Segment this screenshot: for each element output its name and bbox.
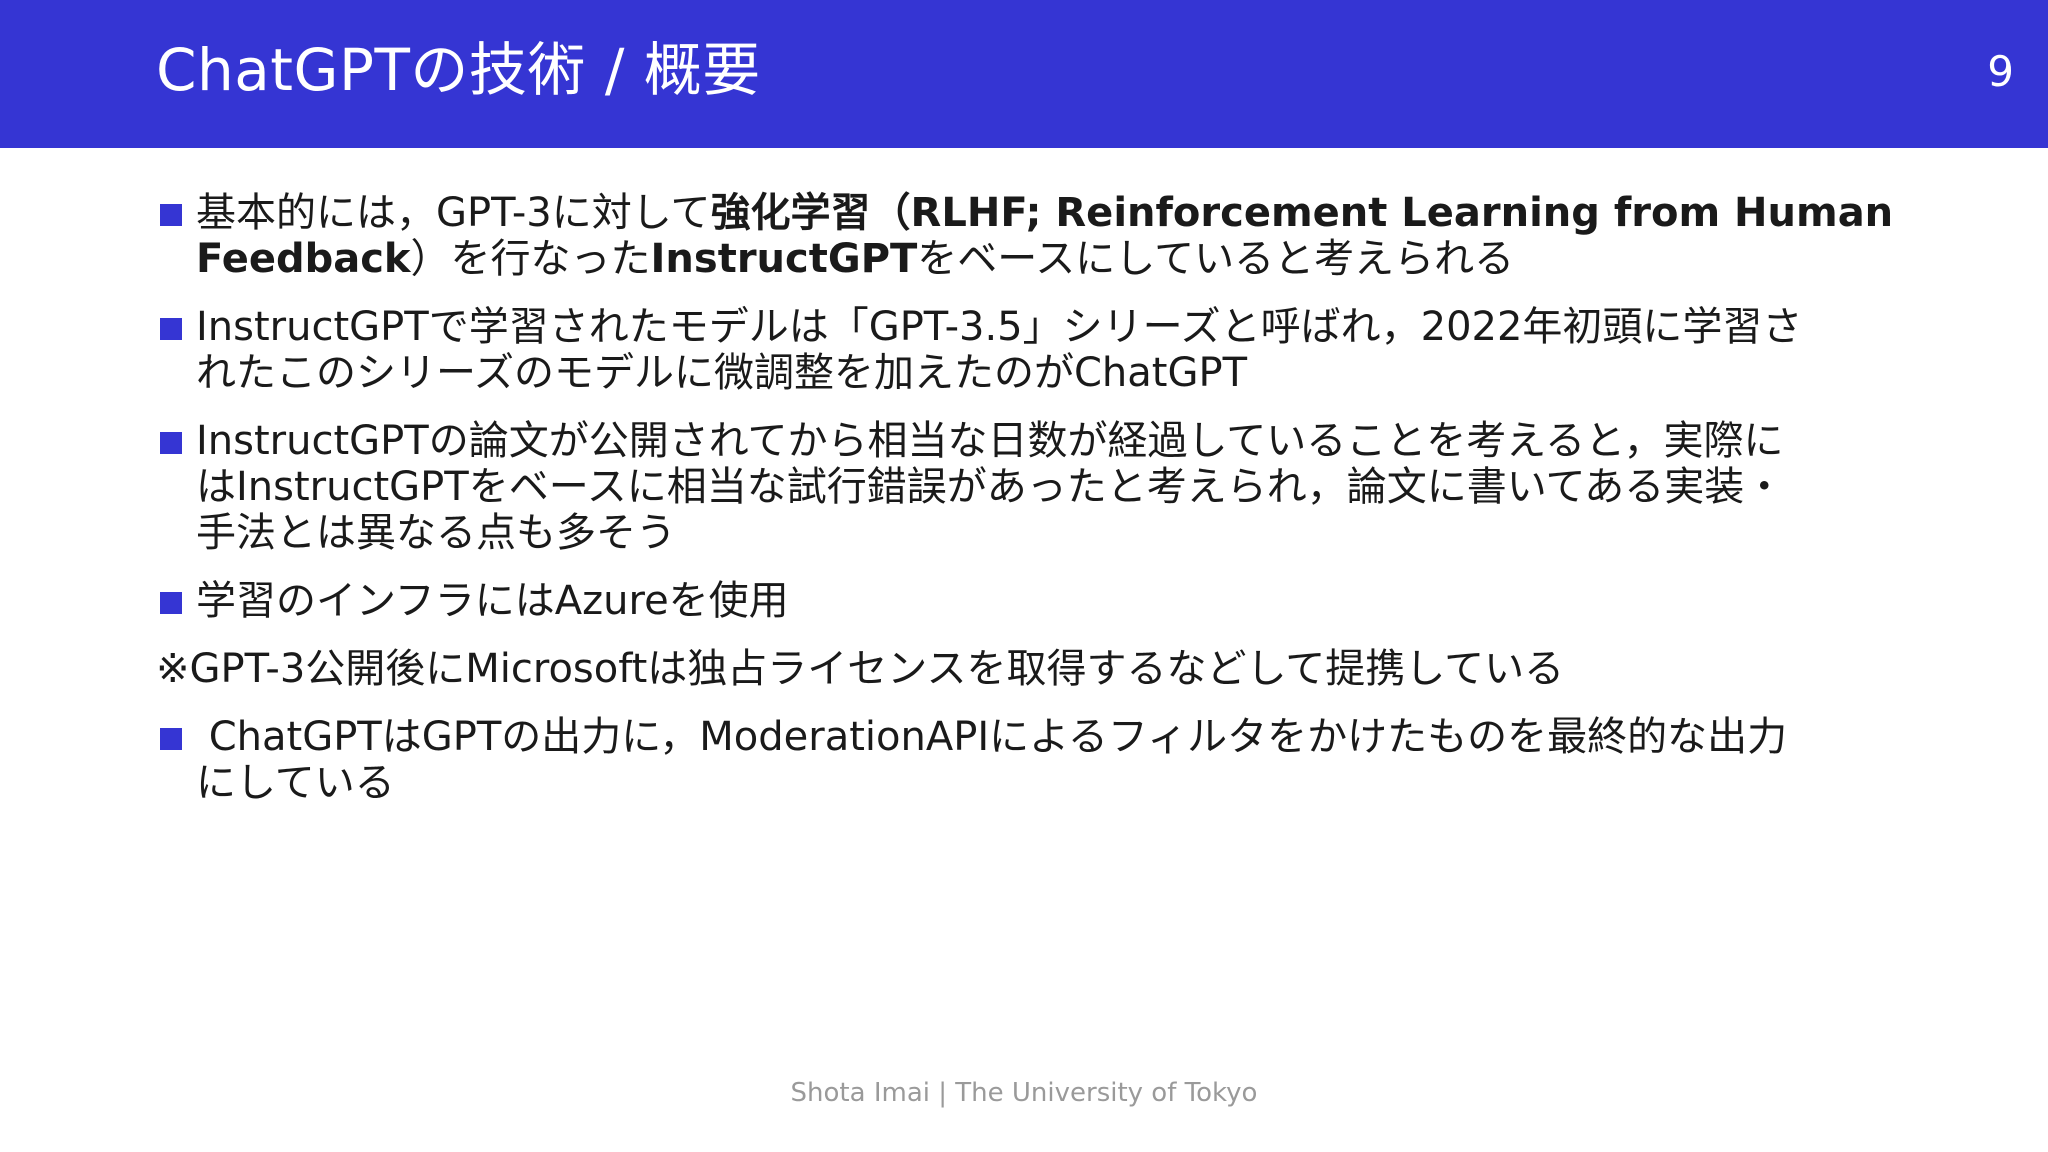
note-microsoft: ※GPT-3公開後にMicrosoftは独占ライセンスを取得するなどして提携して… — [156, 646, 1896, 692]
bullet-item-gpt35: InstructGPTで学習されたモデルは「GPT-3.5」シリーズと呼ばれ，2… — [156, 304, 1896, 396]
bullet-line: 手法とは異なる点も多そう — [196, 510, 676, 556]
bullet-item-azure: 学習のインフラにはAzureを使用 — [156, 578, 1896, 624]
bullet-line: 基本的には，GPT-3に対して強化学習（RLHF; Reinforcement … — [196, 190, 1896, 236]
bullet-line: InstructGPTで学習されたモデルは「GPT-3.5」シリーズと呼ばれ，2… — [196, 304, 1803, 350]
bullet-line: にしている — [196, 760, 395, 806]
bullet-text: 基本的には，GPT-3に対して — [196, 190, 711, 236]
slide-body: 基本的には，GPT-3に対して強化学習（RLHF; Reinforcement … — [156, 190, 1896, 828]
bullet-line: はInstructGPTをベースに相当な試行錯誤があったと考えられ，論文に書いて… — [196, 464, 1785, 510]
square-bullet-icon — [160, 592, 182, 614]
title-bar: ChatGPTの技術 / 概要 9 — [0, 0, 2048, 148]
square-bullet-icon — [160, 204, 182, 226]
bullet-line: ChatGPTはGPTの出力に，ModerationAPIによるフィルタをかけた… — [196, 714, 1788, 760]
square-bullet-icon — [160, 432, 182, 454]
bullet-bold-text: InstructGPT — [650, 236, 918, 282]
bullet-item-trial-error: InstructGPTの論文が公開されてから相当な日数が経過していることを考える… — [156, 418, 1896, 556]
bullet-item-moderation: ChatGPTはGPTの出力に，ModerationAPIによるフィルタをかけた… — [156, 714, 1896, 806]
bullet-text: をベースにしていると考えられる — [917, 236, 1515, 282]
page-number: 9 — [1987, 47, 2014, 96]
bullet-bold-text: Feedback — [196, 236, 411, 282]
footer-credit: Shota Imai | The University of Tokyo — [790, 1078, 1258, 1108]
square-bullet-icon — [160, 318, 182, 340]
bullet-line: れたこのシリーズのモデルに微調整を加えたのがChatGPT — [196, 350, 1248, 396]
slide-title: ChatGPTの技術 / 概要 — [156, 36, 761, 104]
bullet-text: ）を行なった — [410, 236, 651, 282]
note-line: ※GPT-3公開後にMicrosoftは独占ライセンスを取得するなどして提携して… — [156, 646, 1565, 692]
bullet-bold-text: 強化学習（RLHF; Reinforcement Learning from H… — [710, 190, 1894, 236]
bullet-line: Feedback）を行なったInstructGPTをベースにしていると考えられる — [196, 236, 1896, 282]
bullet-item-rlhf: 基本的には，GPT-3に対して強化学習（RLHF; Reinforcement … — [156, 190, 1896, 282]
bullet-line: 学習のインフラにはAzureを使用 — [196, 578, 789, 624]
square-bullet-icon — [160, 728, 182, 750]
bullet-line: InstructGPTの論文が公開されてから相当な日数が経過していることを考える… — [196, 418, 1784, 464]
